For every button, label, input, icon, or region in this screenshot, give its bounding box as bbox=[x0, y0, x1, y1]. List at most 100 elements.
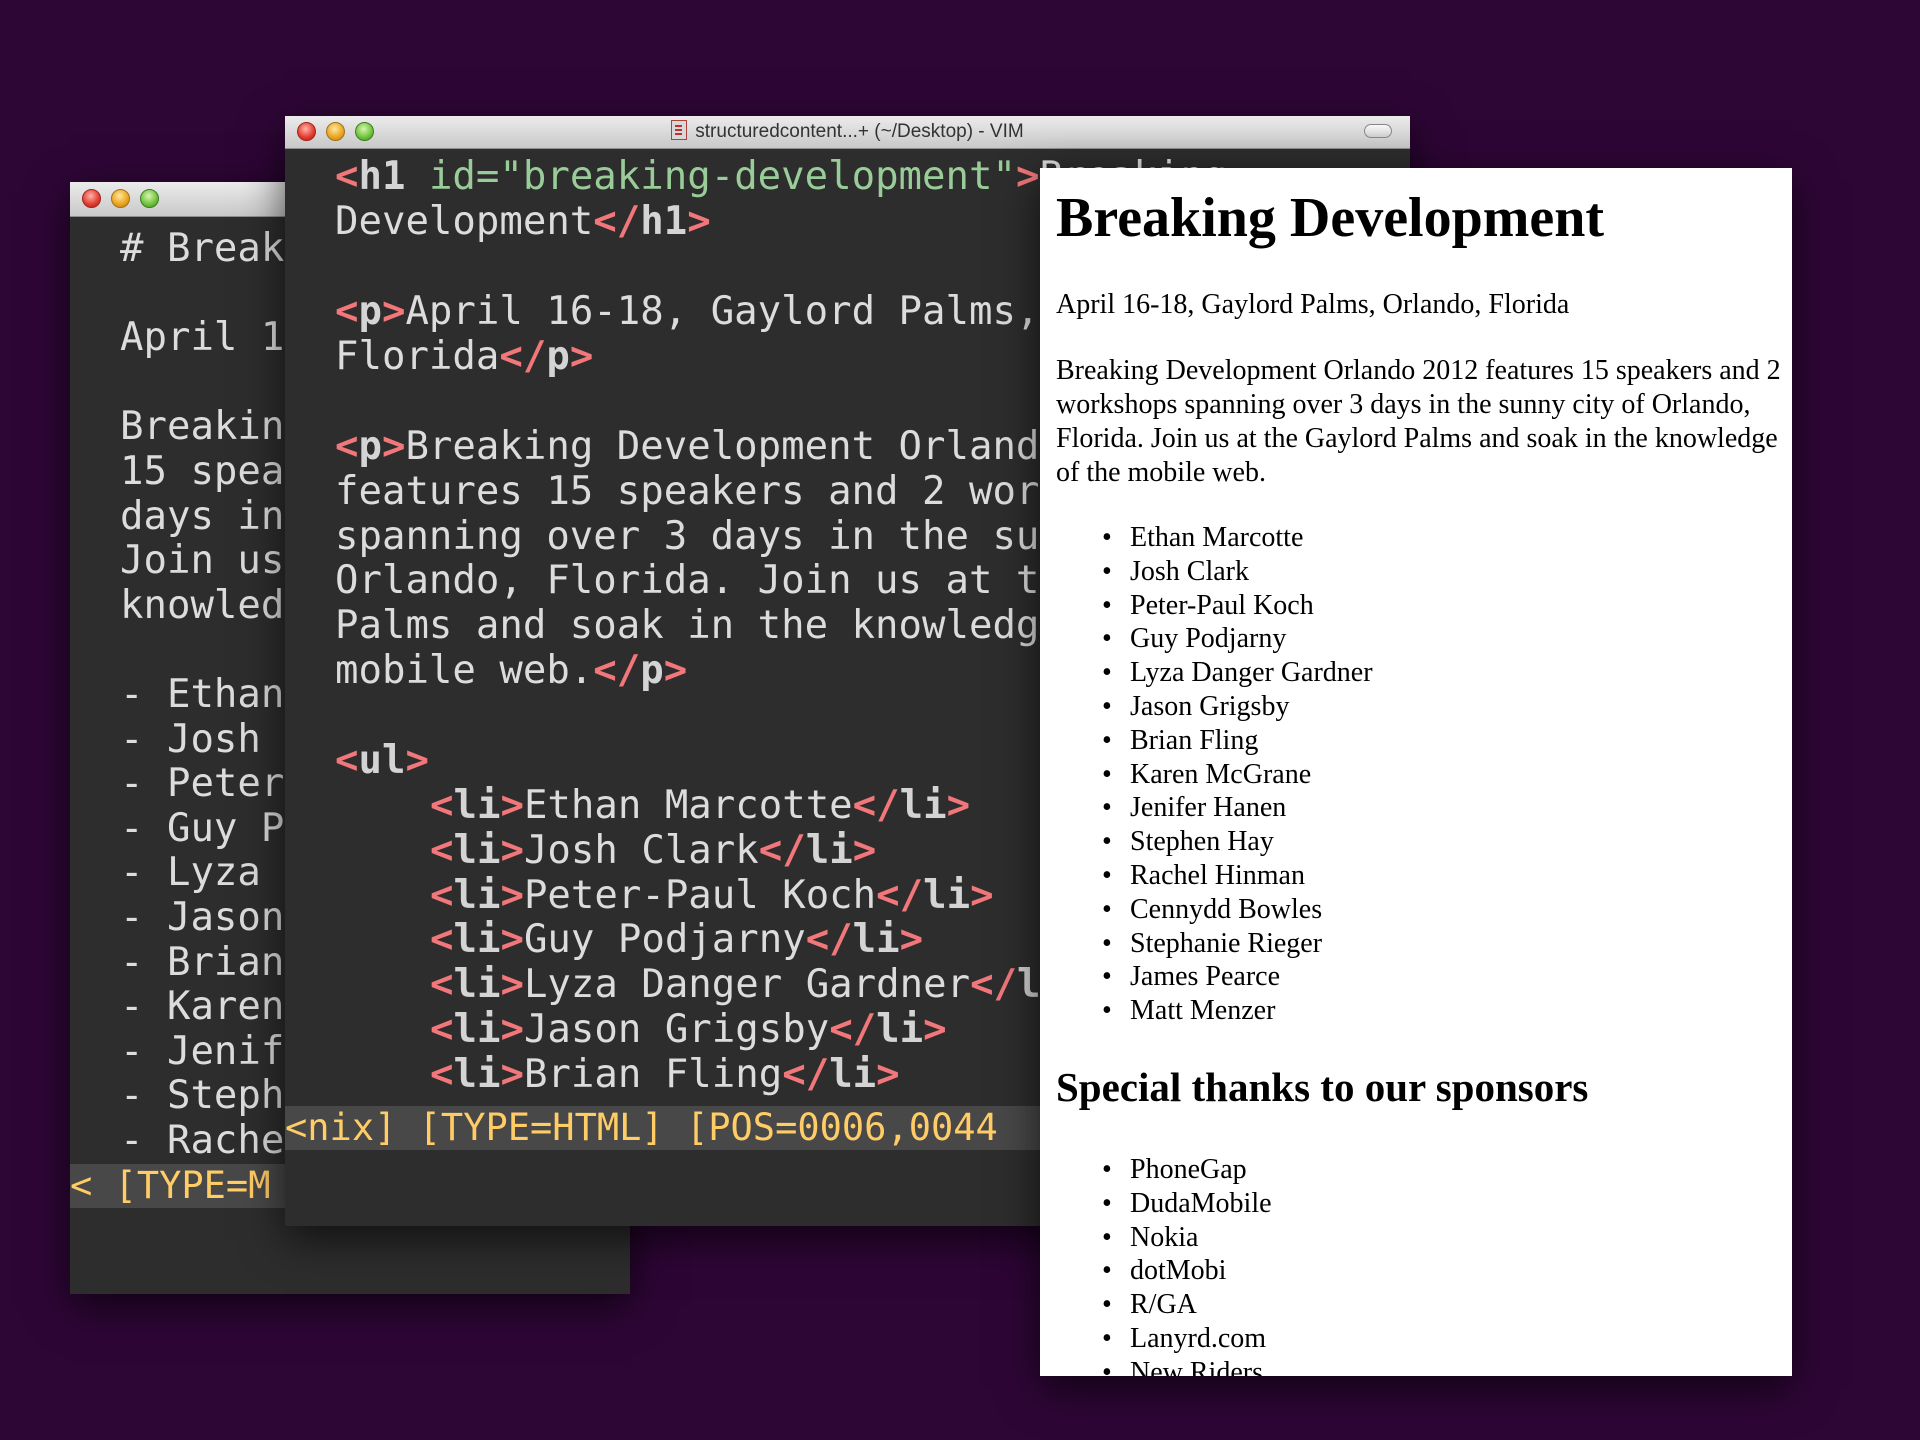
code-line: - Steph bbox=[120, 1073, 285, 1119]
bullet: • bbox=[1102, 826, 1112, 858]
code-line: spanning over 3 days in the su bbox=[335, 515, 1039, 559]
code-line: <li>Jason Grigsby</li> bbox=[430, 1007, 947, 1052]
code-line: Join us bbox=[120, 538, 285, 584]
list-item: • Guy Podjarny bbox=[1056, 622, 1373, 656]
code-line: Florida</p> bbox=[335, 334, 594, 379]
code-line: - Peter bbox=[120, 761, 285, 807]
code-line: - Karen bbox=[120, 984, 285, 1030]
list-item-text: Stephanie Rieger bbox=[1130, 927, 1323, 959]
list-item-text: Cennydd Bowles bbox=[1130, 893, 1323, 925]
list-item-text: Guy Podjarny bbox=[1130, 623, 1287, 655]
list-item: • Cennydd Bowles bbox=[1056, 893, 1373, 927]
code-text: Palms and soak in the knowledg bbox=[335, 603, 1040, 648]
bullet: • bbox=[1102, 1322, 1112, 1354]
code-attr: id= bbox=[428, 154, 500, 199]
code-text: Guy Podjarny bbox=[523, 917, 806, 963]
bullet: • bbox=[1102, 1255, 1112, 1287]
bullet: • bbox=[1102, 927, 1112, 959]
browser-preview-window[interactable]: Breaking Development April 16-18, Gaylor… bbox=[1040, 168, 1792, 1376]
code-line: <li>Josh Clark</li> bbox=[430, 827, 877, 873]
list-item-text: Nokia bbox=[1130, 1221, 1199, 1253]
code-text: Peter-Paul Koch bbox=[523, 872, 877, 918]
code-line: Breakin bbox=[120, 404, 285, 450]
code-line: Orlando, Florida. Join us at t bbox=[335, 559, 1039, 603]
zoom-button[interactable] bbox=[140, 189, 159, 208]
bullet: • bbox=[1102, 724, 1112, 756]
code-line: <li>Brian Fling</li> bbox=[430, 1051, 900, 1097]
list-item-text: dotMobi bbox=[1130, 1255, 1227, 1287]
page-title: Breaking Development bbox=[1056, 187, 1605, 249]
event-date: April 16-18, Gaylord Palms, Orlando, Flo… bbox=[1056, 289, 1570, 320]
minimize-button[interactable] bbox=[111, 189, 130, 208]
code-line: Palms and soak in the knowledg bbox=[335, 604, 1039, 648]
toolbar-toggle-button[interactable] bbox=[1364, 124, 1392, 138]
bullet: • bbox=[1102, 657, 1112, 689]
code-line: <ul> bbox=[335, 738, 429, 783]
code-line: <p>Breaking Development Orlando bbox=[335, 424, 1063, 469]
list-item: • R/GA bbox=[1056, 1288, 1272, 1322]
code-string: "breaking-development" bbox=[499, 154, 1016, 199]
front-vim-titlebar[interactable]: structuredcontent...+ (~/Desktop) - VIM bbox=[285, 116, 1410, 149]
list-item: • New Riders bbox=[1056, 1356, 1272, 1376]
code-text: April 16-18, Gaylord Palms, bbox=[405, 289, 1040, 334]
code-line: - Jenif bbox=[120, 1028, 285, 1074]
code-text: Lyza Danger Gardner bbox=[523, 962, 971, 1008]
sponsor-list: • PhoneGap • DudaMobile • Nokia • dotMobi • R/GA •… bbox=[1056, 1153, 1272, 1376]
intro-paragraph: Breaking Development Orlando 2012 featur… bbox=[1056, 355, 1781, 488]
list-item: • Josh Clark bbox=[1056, 555, 1373, 589]
list-item-text: R/GA bbox=[1130, 1289, 1197, 1321]
sponsors-heading: Special thanks to our sponsors bbox=[1056, 1064, 1589, 1110]
list-item: • Jenifer Hanen bbox=[1056, 791, 1373, 825]
speaker-list: • Ethan Marcotte • Josh Clark • Peter-Paul Ko… bbox=[1056, 521, 1373, 1028]
code-line: features 15 speakers and 2 wor bbox=[335, 470, 1039, 514]
bullet: • bbox=[1102, 555, 1112, 587]
list-item: • Matt Menzer bbox=[1056, 994, 1373, 1028]
window-title-text: structuredcontent...+ (~/Desktop) - VIM bbox=[695, 121, 1024, 142]
list-item: • Karen McGrane bbox=[1056, 758, 1373, 792]
code-text: Florida bbox=[335, 334, 500, 379]
code-line: April 1 bbox=[120, 315, 285, 361]
code-line: <p>April 16-18, Gaylord Palms, bbox=[335, 289, 1040, 334]
code-text: Brian Fling bbox=[523, 1051, 783, 1097]
bullet: • bbox=[1102, 995, 1112, 1027]
code-text: mobile web. bbox=[335, 648, 594, 693]
bullet: • bbox=[1102, 1154, 1112, 1185]
list-item-text: DudaMobile bbox=[1130, 1187, 1272, 1219]
list-item-text: Peter-Paul Koch bbox=[1130, 589, 1314, 621]
list-item: • Nokia bbox=[1056, 1221, 1272, 1255]
list-item-text: Stephen Hay bbox=[1130, 826, 1274, 858]
code-line: - Rache bbox=[120, 1118, 285, 1163]
list-item: • Jason Grigsby bbox=[1056, 690, 1373, 724]
code-line: 15 spea bbox=[120, 449, 285, 494]
code-line: - Lyza bbox=[120, 850, 285, 896]
list-item: • PhoneGap bbox=[1056, 1153, 1272, 1187]
list-item: • Ethan Marcotte bbox=[1056, 521, 1373, 555]
list-item: • DudaMobile bbox=[1056, 1187, 1272, 1221]
code-text: features 15 speakers and 2 wor bbox=[335, 469, 1040, 514]
code-text: Ethan Marcotte bbox=[523, 783, 853, 828]
list-item: • Peter-Paul Koch bbox=[1056, 589, 1373, 623]
code-line: mobile web.</p> bbox=[335, 648, 688, 693]
list-item-text: Lanyrd.com bbox=[1130, 1322, 1267, 1354]
list-item: • Lyza Danger Gardner bbox=[1056, 656, 1373, 690]
code-text: Breaking Development Orlando bbox=[405, 424, 1063, 469]
bullet: • bbox=[1102, 1221, 1112, 1253]
list-item-text: James Pearce bbox=[1130, 961, 1281, 993]
list-item: • Lanyrd.com bbox=[1056, 1322, 1272, 1356]
bullet: • bbox=[1102, 522, 1112, 553]
code-line: # Break bbox=[120, 226, 285, 271]
code-line: - Guy P bbox=[120, 805, 285, 851]
list-item: • dotMobi bbox=[1056, 1254, 1272, 1288]
bullet: • bbox=[1102, 1289, 1112, 1321]
code-line: - Jason bbox=[120, 895, 285, 940]
code-line: Development</h1> bbox=[335, 199, 711, 244]
code-line: <li>Ethan Marcotte</li> bbox=[430, 783, 971, 828]
list-item-text: Brian Fling bbox=[1130, 724, 1259, 756]
code-line: - Brian bbox=[120, 939, 285, 985]
close-button[interactable] bbox=[82, 189, 101, 208]
list-item: • Brian Fling bbox=[1056, 724, 1373, 758]
list-item-text: Josh Clark bbox=[1130, 555, 1249, 587]
bullet: • bbox=[1102, 1356, 1112, 1376]
bullet: • bbox=[1102, 859, 1112, 891]
code-text: Development bbox=[335, 199, 594, 244]
